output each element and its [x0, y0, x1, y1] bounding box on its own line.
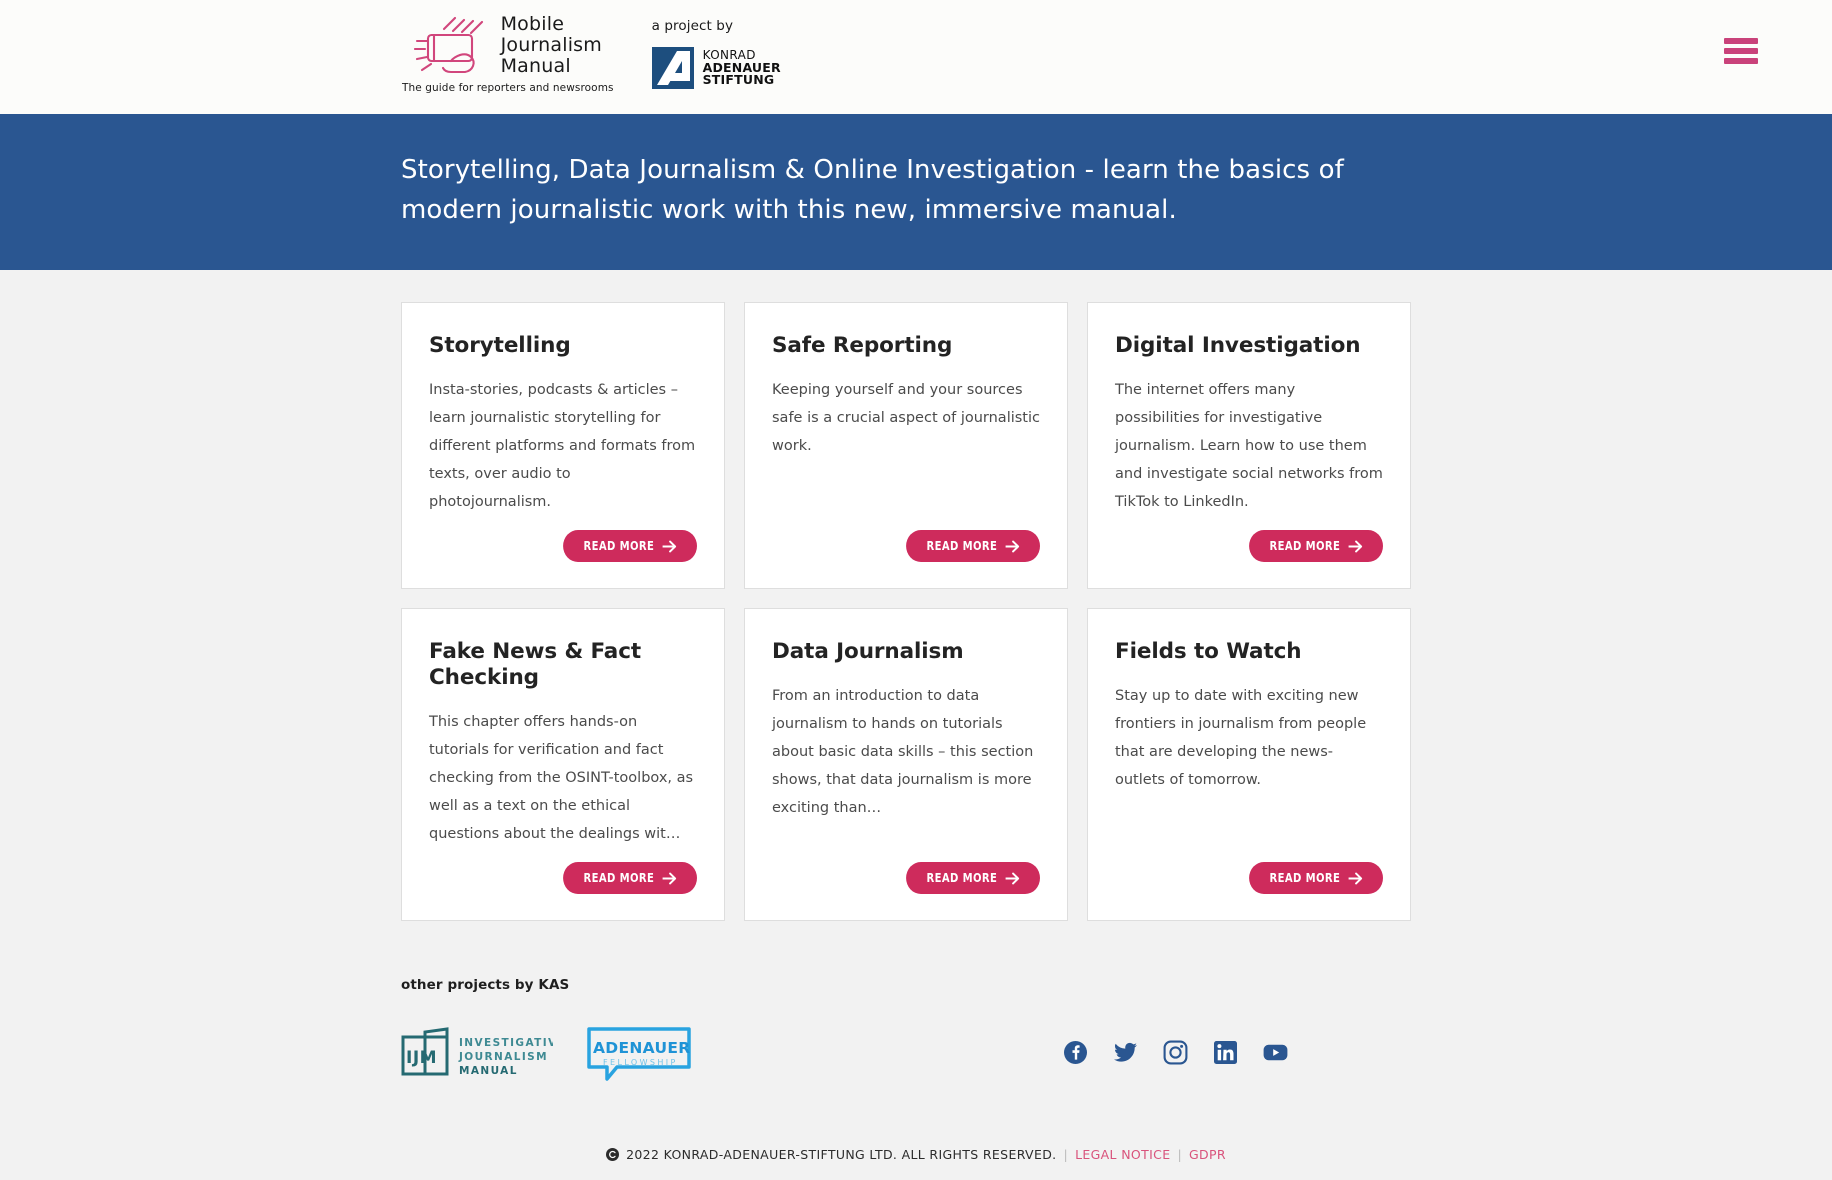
arrow-right-icon: [661, 540, 679, 553]
card-title: Fields to Watch: [1115, 639, 1302, 664]
chapter-card[interactable]: Data Journalism From an introduction to …: [744, 608, 1068, 921]
adenauer-fellowship-logo-icon[interactable]: ADENAUER FELLOWSHIP: [581, 1021, 693, 1083]
site-footer: other projects by KAS IJM INVESTIGATIVE …: [0, 921, 1832, 1180]
read-more-button[interactable]: READ MORE: [906, 530, 1040, 562]
card-footer: READ MORE: [772, 862, 1040, 894]
read-more-label: READ MORE: [583, 539, 655, 553]
chapter-card[interactable]: Storytelling Insta-stories, podcasts & a…: [401, 302, 725, 589]
svg-text:ADENAUER: ADENAUER: [593, 1039, 690, 1057]
project-by-label: a project by: [651, 18, 734, 34]
hero-banner: Storytelling, Data Journalism & Online I…: [0, 114, 1832, 270]
arrow-right-icon: [661, 872, 679, 885]
svg-text:FELLOWSHIP: FELLOWSHIP: [603, 1058, 678, 1067]
read-more-button[interactable]: READ MORE: [563, 862, 697, 894]
twitter-icon[interactable]: [1113, 1040, 1138, 1065]
footer-row: IJM INVESTIGATIVE JOURNALISM MANUAL ADEN…: [401, 1017, 1411, 1087]
card-title: Safe Reporting: [772, 333, 953, 358]
hand-holding-phone-icon: [413, 15, 490, 77]
ijm-line-1: INVESTIGATIVE: [459, 1037, 553, 1049]
hamburger-bar-3: [1724, 58, 1758, 64]
card-title: Fake News & Fact Checking: [429, 639, 642, 690]
copyright-bar: 2022 KONRAD-ADENAUER-STIFTUNG LTD. ALL R…: [0, 1133, 1832, 1180]
card-title: Data Journalism: [772, 639, 964, 664]
card-footer: READ MORE: [1115, 862, 1383, 894]
other-projects-label: other projects by KAS: [401, 977, 570, 993]
brand-line-3: Manual: [500, 55, 571, 77]
project-by-block: a project by KONRAD ADENAUER STIFTUNG: [651, 14, 781, 89]
card-description: The internet offers many possibilities f…: [1115, 382, 1383, 510]
chapter-card[interactable]: Fields to Watch Stay up to date with exc…: [1087, 608, 1411, 921]
card-description: From an introduction to data journalism …: [772, 688, 1034, 816]
card-footer: READ MORE: [1115, 530, 1383, 562]
card-description: Stay up to date with exciting new fronti…: [1115, 688, 1367, 788]
kas-logo[interactable]: KONRAD ADENAUER STIFTUNG: [651, 47, 781, 89]
read-more-label: READ MORE: [1269, 871, 1341, 885]
read-more-label: READ MORE: [926, 539, 998, 553]
card-description: Insta-stories, podcasts & articles – lea…: [429, 382, 696, 510]
ijm-line-3: MANUAL: [459, 1065, 518, 1077]
social-links: [1063, 1040, 1411, 1065]
copyright-text: 2022 KONRAD-ADENAUER-STIFTUNG LTD. ALL R…: [626, 1147, 1057, 1162]
copyright-icon: [606, 1148, 620, 1161]
card-footer: READ MORE: [429, 530, 697, 562]
arrow-right-icon: [1347, 872, 1365, 885]
youtube-icon[interactable]: [1263, 1040, 1288, 1065]
site-header: Mobile Journalism Manual The guide for r…: [0, 0, 1832, 114]
brand-line-2: Journalism: [500, 34, 602, 56]
chapter-card[interactable]: Digital Investigation The internet offer…: [1087, 302, 1411, 589]
ijm-logo-icon[interactable]: IJM INVESTIGATIVE JOURNALISM MANUAL: [401, 1027, 565, 1077]
ijm-line-2: JOURNALISM: [458, 1051, 548, 1063]
card-title: Storytelling: [429, 333, 571, 358]
card-description: Keeping yourself and your sources safe i…: [772, 382, 1040, 454]
main-content: Storytelling Insta-stories, podcasts & a…: [0, 270, 1832, 921]
arrow-right-icon: [1004, 872, 1022, 885]
brand-tagline: The guide for reporters and newsrooms: [402, 82, 614, 94]
brand-line-1: Mobile: [500, 13, 565, 35]
linkedin-icon[interactable]: [1213, 1040, 1238, 1065]
footer-inner: other projects by KAS IJM INVESTIGATIVE …: [401, 977, 1411, 1087]
arrow-right-icon: [1347, 540, 1365, 553]
copyright-separator-2: |: [1177, 1147, 1182, 1162]
read-more-label: READ MORE: [1269, 539, 1341, 553]
hamburger-bar-1: [1724, 38, 1758, 44]
brand-row: Mobile Journalism Manual: [413, 14, 602, 77]
card-title: Digital Investigation: [1115, 333, 1361, 358]
chapter-card-grid: Storytelling Insta-stories, podcasts & a…: [401, 302, 1411, 921]
card-footer: READ MORE: [429, 862, 697, 894]
facebook-icon[interactable]: [1063, 1040, 1088, 1065]
gdpr-link[interactable]: GDPR: [1189, 1147, 1226, 1162]
kas-line-3: STIFTUNG: [702, 72, 775, 88]
brand-wordmark: Mobile Journalism Manual: [501, 14, 602, 77]
read-more-label: READ MORE: [583, 871, 655, 885]
copyright-separator-1: |: [1063, 1147, 1069, 1162]
read-more-button[interactable]: READ MORE: [1249, 530, 1383, 562]
header-inner: Mobile Journalism Manual The guide for r…: [0, 0, 1832, 94]
card-footer: READ MORE: [772, 530, 1040, 562]
site-logo[interactable]: Mobile Journalism Manual The guide for r…: [402, 14, 614, 95]
arrow-right-icon: [1004, 540, 1022, 553]
card-description: This chapter offers hands-on tutorials f…: [429, 714, 694, 842]
legal-notice-link[interactable]: LEGAL NOTICE: [1075, 1147, 1170, 1162]
hamburger-menu-icon[interactable]: [1724, 38, 1758, 64]
partner-logos: IJM INVESTIGATIVE JOURNALISM MANUAL ADEN…: [401, 1021, 693, 1083]
banner-headline: Storytelling, Data Journalism & Online I…: [401, 155, 1344, 225]
read-more-button[interactable]: READ MORE: [563, 530, 697, 562]
read-more-label: READ MORE: [926, 871, 998, 885]
kas-wordmark: KONRAD ADENAUER STIFTUNG: [703, 49, 781, 87]
kas-logo-icon: [651, 47, 694, 89]
read-more-button[interactable]: READ MORE: [1249, 862, 1383, 894]
read-more-button[interactable]: READ MORE: [906, 862, 1040, 894]
chapter-card[interactable]: Fake News & Fact Checking This chapter o…: [401, 608, 725, 921]
svg-text:IJM: IJM: [406, 1048, 437, 1068]
instagram-icon[interactable]: [1163, 1040, 1188, 1065]
hamburger-bar-2: [1724, 48, 1758, 54]
chapter-card[interactable]: Safe Reporting Keeping yourself and your…: [744, 302, 1068, 589]
